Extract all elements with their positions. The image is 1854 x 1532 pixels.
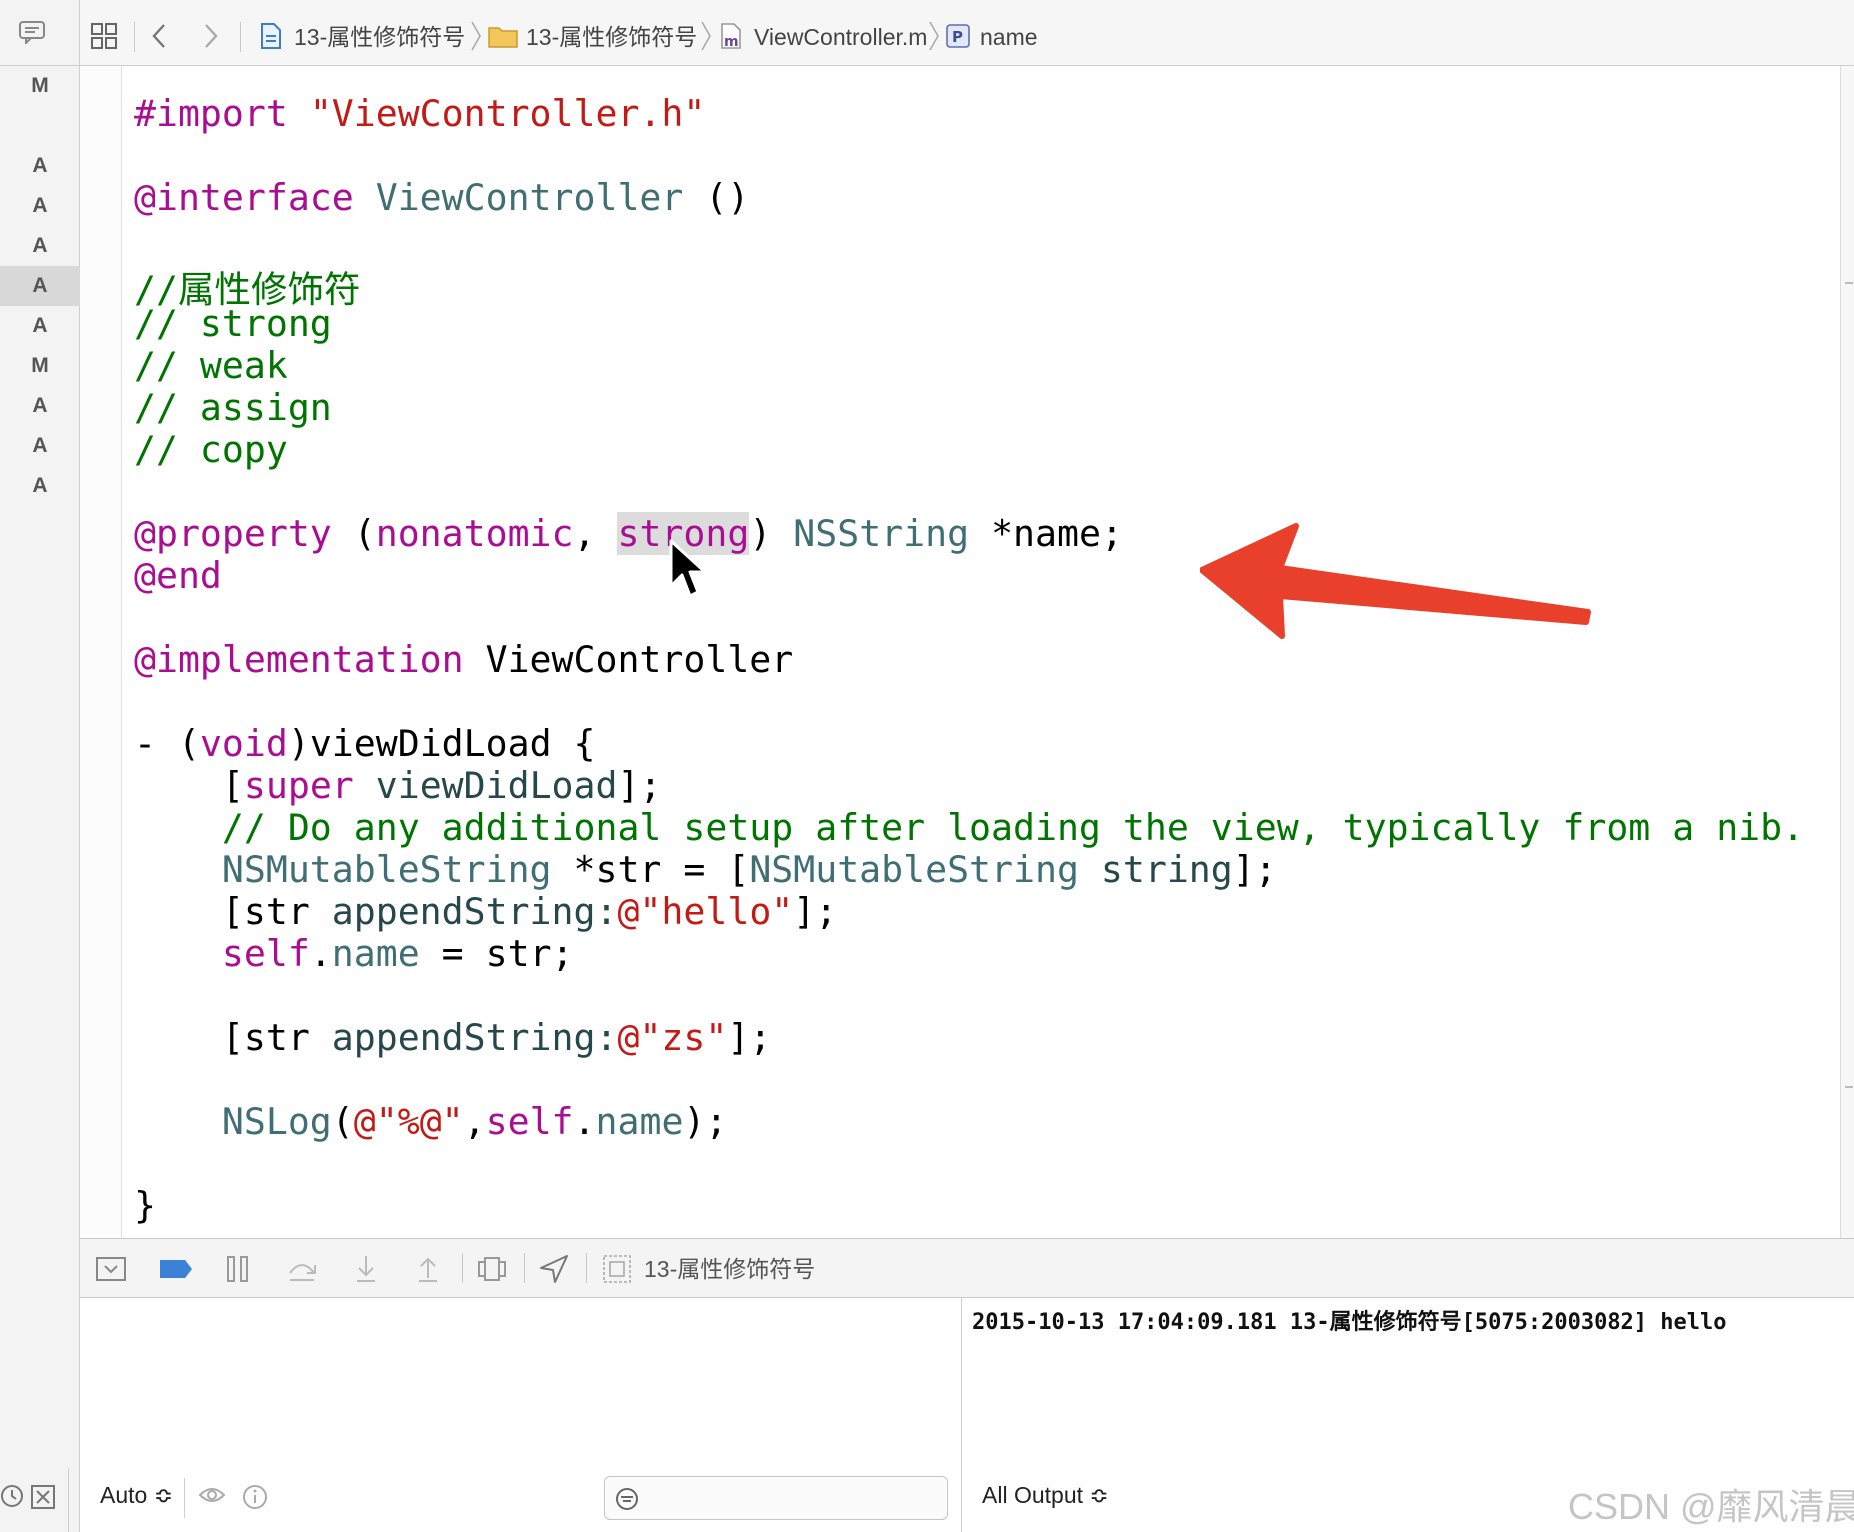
jump-bar: 13-属性修饰符号 13-属性修饰符号 m ViewController.m P…: [80, 0, 1854, 66]
scm-status-badge: A: [32, 434, 48, 457]
view-hierarchy-icon[interactable]: [474, 1239, 510, 1299]
scm-status-badge: A: [32, 234, 48, 257]
editor-scroll-track[interactable]: [1840, 66, 1854, 1238]
code-line-setup-comment: // Do any additional setup after loading…: [221, 806, 1805, 849]
code-line-interface: @interface ViewController (): [134, 176, 750, 219]
code-line-end: @end: [134, 554, 222, 597]
code-line-comment-strong: // strong: [134, 302, 332, 345]
svg-text:P: P: [952, 28, 963, 46]
filter-circle-icon: [616, 1488, 638, 1510]
breakpoints-toggle-icon[interactable]: [156, 1239, 196, 1299]
code-line-comment-weak: // weak: [134, 344, 288, 387]
filter-issues-icon[interactable]: [30, 1484, 56, 1510]
code-line-implementation: @implementation ViewController: [134, 638, 794, 681]
breadcrumb-separator-icon: [471, 21, 481, 51]
scm-status-badge: M: [31, 74, 49, 97]
quick-look-eye-icon[interactable]: [198, 1484, 226, 1506]
line-gutter[interactable]: [80, 66, 122, 1238]
step-out-icon[interactable]: [410, 1239, 446, 1299]
variables-scope-select[interactable]: Auto ≎: [100, 1482, 173, 1509]
code-line-nslog: NSLog(@"%@",self.name);: [221, 1100, 728, 1143]
scm-status-badge: A: [32, 474, 48, 497]
breadcrumb-file[interactable]: ViewController.m: [754, 0, 927, 66]
code-line-brace-close: }: [134, 1184, 156, 1227]
m-file-icon: m: [721, 23, 741, 50]
scm-status-badge: A: [32, 394, 48, 417]
breadcrumb-symbol[interactable]: name: [980, 0, 1038, 66]
scm-status-badge: A: [0, 266, 80, 306]
debug-target-label: 13-属性修饰符号: [644, 1256, 816, 1282]
hide-debug-area-icon[interactable]: [94, 1239, 128, 1299]
back-chevron-icon[interactable]: [150, 22, 168, 50]
annotation-arrow-icon: [1200, 523, 1591, 639]
svg-text:m: m: [724, 34, 739, 50]
code-line-property: @property (nonatomic, strong) NSString *…: [134, 512, 1123, 555]
code-line-mutable-string: NSMutableString *str = [NSMutableString …: [221, 848, 1277, 891]
breadcrumb-separator-icon: [701, 21, 711, 51]
grid-icon[interactable]: [90, 22, 118, 50]
breadcrumb-project[interactable]: 13-属性修饰符号: [294, 0, 465, 66]
debug-bar: 13-属性修饰符号: [80, 1238, 1854, 1298]
folder-icon: [488, 27, 518, 48]
step-into-icon[interactable]: [348, 1239, 384, 1299]
related-items-icon[interactable]: [18, 20, 46, 44]
code-line-import: #import "ViewController.h": [134, 92, 706, 135]
mouse-cursor-icon: [669, 539, 707, 598]
scm-status-badge: A: [32, 314, 48, 337]
variables-filter-input[interactable]: [604, 1476, 948, 1520]
forward-chevron-icon[interactable]: [202, 22, 220, 50]
project-file-icon: [261, 23, 281, 49]
clock-icon[interactable]: [0, 1484, 24, 1508]
code-line-self-assign: self.name = str;: [221, 932, 574, 975]
console-output-line: 2015-10-13 17:04:09.181 13-属性修饰符号[5075:2…: [972, 1310, 1727, 1335]
watermark: CSDN @靡风清晨: [1568, 1486, 1854, 1527]
breadcrumb-folder[interactable]: 13-属性修饰符号: [526, 0, 697, 66]
console-output-select[interactable]: All Output ≎: [982, 1482, 1109, 1509]
code-line-comment-copy: // copy: [134, 428, 288, 471]
target-icon: [600, 1239, 634, 1299]
code-line-append-hello: [str appendString:@"hello"];: [221, 890, 838, 933]
code-line-method-signature: - (void)viewDidLoad {: [134, 722, 596, 765]
breadcrumb-separator-icon: [929, 21, 939, 51]
location-icon[interactable]: [536, 1239, 572, 1299]
scm-status-badge: A: [32, 194, 48, 217]
code-line-append-zs: [str appendString:@"zs"];: [221, 1016, 772, 1059]
info-icon[interactable]: [242, 1484, 268, 1510]
gutter-top: [0, 0, 80, 66]
code-line-comment-assign: // assign: [134, 386, 332, 429]
step-over-icon[interactable]: [284, 1239, 320, 1299]
pause-icon[interactable]: [220, 1239, 256, 1299]
scm-status-badge: M: [31, 354, 49, 377]
scm-status-badge: A: [32, 154, 48, 177]
property-icon: P: [946, 24, 970, 48]
code-line-super-call: [super viewDidLoad];: [221, 764, 662, 807]
